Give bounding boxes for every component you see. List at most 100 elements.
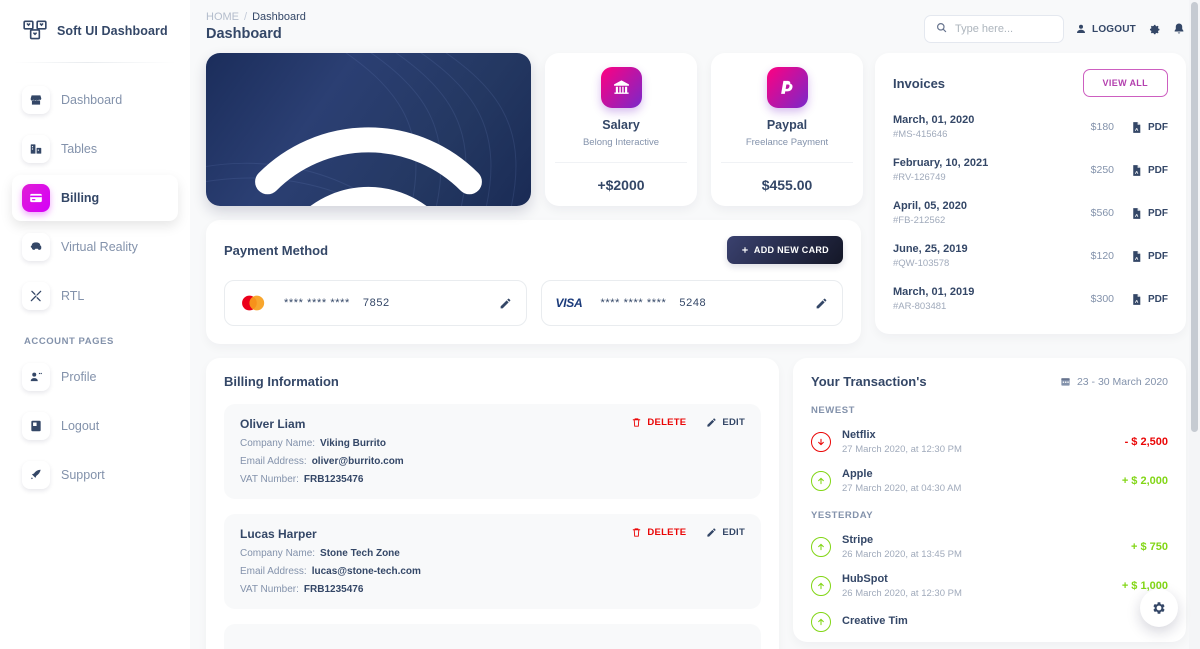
card-mask: **** **** **** xyxy=(600,297,667,309)
topbar-actions: LOGOUT xyxy=(924,11,1186,43)
invoice-date: June, 25, 2019 xyxy=(893,243,968,255)
svg-text:A: A xyxy=(1135,169,1139,175)
billing-item: Oliver Liam Company Name: Viking Burrito … xyxy=(224,404,761,499)
invoice-amount: $120 xyxy=(1090,250,1114,262)
page-scrollbar-thumb[interactable] xyxy=(1191,2,1198,432)
stat-card-amount: +$2000 xyxy=(597,177,645,193)
edit-button[interactable]: EDIT xyxy=(706,417,745,428)
credit-card[interactable]: 4562 1122 4594 7852 Card Holder Jack Pet… xyxy=(206,53,531,206)
pencil-icon[interactable] xyxy=(815,297,828,310)
pencil-icon xyxy=(706,527,717,538)
pencil-icon[interactable] xyxy=(499,297,512,310)
billing-email-value: lucas@stone-tech.com xyxy=(311,566,421,577)
transactions-date-range[interactable]: 23 - 30 March 2020 xyxy=(1060,376,1168,388)
pdf-file-icon: A xyxy=(1130,121,1143,134)
sidebar-item-profile[interactable]: Profile xyxy=(12,354,178,400)
svg-text:A: A xyxy=(1135,126,1139,132)
delete-button[interactable]: DELETE xyxy=(631,527,686,538)
breadcrumb-home[interactable]: HOME xyxy=(206,11,239,23)
brand[interactable]: Soft UI Dashboard xyxy=(0,0,190,62)
invoice-pdf-button[interactable]: A PDF xyxy=(1130,293,1168,306)
sidebar: Soft UI Dashboard Dashboard Tables Billi… xyxy=(0,0,190,649)
sidebar-item-dashboard[interactable]: Dashboard xyxy=(12,77,178,123)
transactions-header: Your Transaction's 23 - 30 March 2020 xyxy=(811,374,1168,389)
invoice-pdf-button[interactable]: A PDF xyxy=(1130,164,1168,177)
card-mask: **** **** **** xyxy=(284,297,350,309)
soft-ui-logo-icon xyxy=(22,18,48,44)
delete-button[interactable]: DELETE xyxy=(631,417,686,428)
gear-icon[interactable] xyxy=(1147,22,1161,36)
invoice-pdf-button[interactable]: A PDF xyxy=(1130,250,1168,263)
payment-method-title: Payment Method xyxy=(224,242,329,258)
edit-label: EDIT xyxy=(722,527,745,538)
card-last4: 7852 xyxy=(362,297,390,309)
billing-company-label: Company Name: xyxy=(240,438,316,449)
sidebar-item-rtl[interactable]: RTL xyxy=(12,273,178,319)
transaction-row: Creative Tim xyxy=(811,612,1168,632)
svg-text:A: A xyxy=(1135,212,1139,218)
sidebar-item-label: Billing xyxy=(61,191,100,205)
search-box[interactable] xyxy=(924,15,1065,43)
pdf-label: PDF xyxy=(1148,207,1168,219)
gear-icon xyxy=(1151,600,1167,616)
search-input[interactable] xyxy=(955,23,1053,35)
settings-fab-button[interactable] xyxy=(1140,589,1178,627)
billing-company-row: Company Name: Viking Burrito xyxy=(240,438,745,449)
stat-card-amount: $455.00 xyxy=(761,177,813,193)
page-scrollbar-track[interactable] xyxy=(1189,0,1200,649)
trash-icon xyxy=(631,417,642,428)
stat-card-subtitle: Freelance Payment xyxy=(745,137,829,148)
transaction-row: Apple 27 March 2020, at 04:30 AM + $ 2,0… xyxy=(811,468,1168,494)
transactions-group-label: NEWEST xyxy=(811,405,855,416)
arrow-down-icon xyxy=(811,432,831,452)
billing-vat-value: FRB1235476 xyxy=(303,474,364,485)
stat-card-subtitle: Belong Interactive xyxy=(582,137,660,148)
sidebar-item-support[interactable]: Support xyxy=(12,452,178,498)
delete-label: DELETE xyxy=(647,527,687,538)
invoice-id: #MS-415646 xyxy=(893,129,948,140)
payment-method-list: **** **** **** 7852 VISA **** **** **** … xyxy=(224,280,843,326)
visa-icon: VISA xyxy=(555,296,583,310)
sidebar-item-virtual-reality[interactable]: Virtual Reality xyxy=(12,224,178,270)
card-last4: 5248 xyxy=(679,297,707,309)
arrow-up-icon xyxy=(811,612,831,632)
invoice-id: #FB-212562 xyxy=(893,215,946,226)
invoices-header: Invoices VIEW ALL xyxy=(893,69,1168,97)
edit-label: EDIT xyxy=(722,417,745,428)
sidebar-item-billing[interactable]: Billing xyxy=(12,175,178,221)
divider xyxy=(721,162,853,163)
add-new-card-label: ADD NEW CARD xyxy=(753,245,829,255)
delete-label: DELETE xyxy=(647,417,687,428)
breadcrumb: HOME / Dashboard Dashboard xyxy=(206,11,306,42)
pdf-file-icon: A xyxy=(1130,207,1143,220)
invoice-row: February, 10, 2021 #RV-126749 $250 A PDF xyxy=(893,157,1168,183)
app-root: Soft UI Dashboard Dashboard Tables Billi… xyxy=(0,0,1200,649)
invoices-card: Invoices VIEW ALL March, 01, 2020 #MS-41… xyxy=(875,53,1186,334)
sidebar-item-logout[interactable]: Logout xyxy=(12,403,178,449)
payment-method-item-mastercard[interactable]: **** **** **** 7852 xyxy=(224,280,527,326)
bell-icon[interactable] xyxy=(1172,22,1186,36)
invoice-pdf-button[interactable]: A PDF xyxy=(1130,121,1168,134)
payment-method-card: Payment Method ADD NEW CARD **** **** **… xyxy=(206,220,861,344)
billing-item: Lucas Harper Company Name: Stone Tech Zon… xyxy=(224,514,761,609)
calendar-icon xyxy=(1060,376,1071,387)
edit-button[interactable]: EDIT xyxy=(706,527,745,538)
sidebar-section-label: ACCOUNT PAGES xyxy=(24,336,114,347)
billing-email-row: Email Address: lucas@stone-tech.com xyxy=(240,566,745,577)
overview-left-column: 4562 1122 4594 7852 Card Holder Jack Pet… xyxy=(206,53,863,344)
logout-link[interactable]: LOGOUT xyxy=(1075,23,1136,35)
document-icon xyxy=(22,412,50,440)
invoice-id: #AR-803481 xyxy=(893,301,947,312)
invoice-date: April, 05, 2020 xyxy=(893,200,967,212)
pencil-icon xyxy=(706,417,717,428)
sidebar-item-tables[interactable]: Tables xyxy=(12,126,178,172)
paypal-icon xyxy=(766,67,808,108)
payment-method-item-visa[interactable]: VISA **** **** **** 5248 xyxy=(540,280,843,326)
invoice-pdf-button[interactable]: A PDF xyxy=(1130,207,1168,220)
view-all-button[interactable]: VIEW ALL xyxy=(1082,69,1168,97)
invoice-id: #RV-126749 xyxy=(893,172,946,183)
bank-icon xyxy=(600,67,642,108)
add-new-card-button[interactable]: ADD NEW CARD xyxy=(726,236,843,264)
invoices-column: Invoices VIEW ALL March, 01, 2020 #MS-41… xyxy=(875,53,1186,334)
logout-label: LOGOUT xyxy=(1092,23,1136,35)
